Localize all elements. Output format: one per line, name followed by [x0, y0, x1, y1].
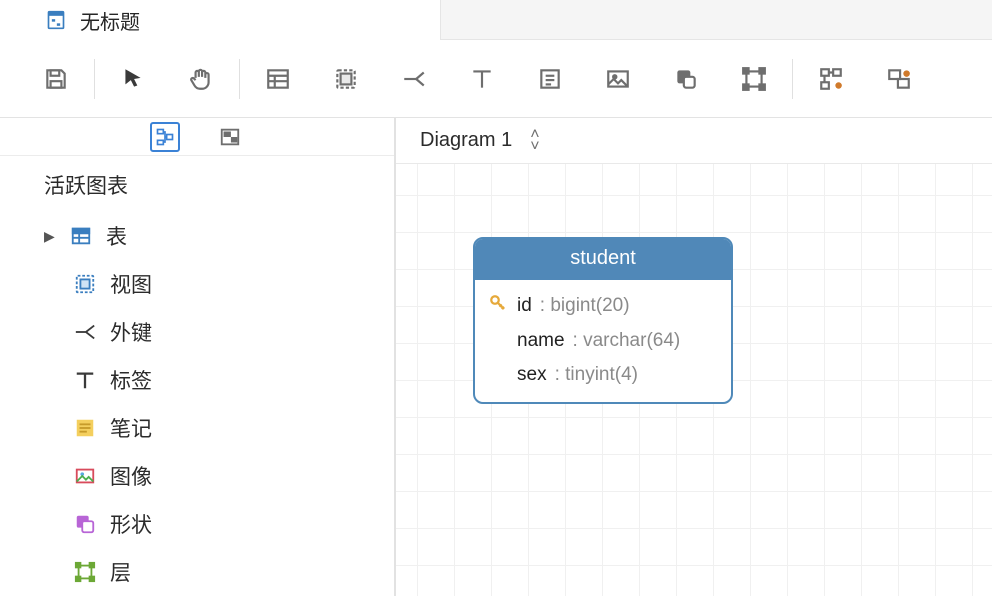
chevron-updown-icon: ˄˅ [530, 129, 539, 151]
entity-columns: id: bigint(20) name: varchar(64) sex: ti… [475, 280, 731, 402]
sidebar-mode-switch [0, 118, 394, 156]
tree-item-label: 层 [110, 557, 131, 587]
column-row[interactable]: sex: tinyint(4) [489, 358, 717, 392]
tab-title: 无标题 [80, 6, 140, 35]
column-row[interactable]: name: varchar(64) [489, 324, 717, 358]
column-name: name [517, 330, 565, 352]
entity-name: student [475, 239, 731, 280]
image-tool[interactable] [584, 49, 652, 109]
toolbar-sep [239, 59, 240, 99]
column-name: sex [517, 364, 547, 386]
toolbar-sep [94, 59, 95, 99]
tab-bar-filler [440, 0, 992, 40]
pointer-tool[interactable] [99, 49, 167, 109]
mode-tree-icon[interactable] [150, 122, 180, 152]
tree-item-note[interactable]: 笔记 [44, 404, 394, 452]
note-tool[interactable] [516, 49, 584, 109]
toolbar-sep [792, 59, 793, 99]
auto-layout-button[interactable] [797, 49, 865, 109]
tab-untitled[interactable]: 无标题 [0, 0, 440, 40]
tree-item-label: 笔记 [110, 413, 152, 443]
save-button[interactable] [22, 49, 90, 109]
note-icon [72, 415, 98, 441]
sidebar: 活跃图表 ▶ 表 视图 外键 [0, 118, 396, 596]
layer-icon [72, 559, 98, 585]
export-button[interactable] [865, 49, 933, 109]
column-row[interactable]: id: bigint(20) [489, 288, 717, 324]
tab-bar: 无标题 [0, 0, 992, 40]
label-icon [72, 367, 98, 393]
tree-item-label: 标签 [110, 365, 152, 395]
tree-item-label[interactable]: 标签 [44, 356, 394, 404]
canvas[interactable]: student id: bigint(20) name: varchar(64) [396, 164, 992, 596]
layer-tool[interactable] [720, 49, 788, 109]
shape-tool[interactable] [652, 49, 720, 109]
tree-item-label: 形状 [110, 509, 152, 539]
table-icon [68, 223, 94, 249]
column-type: varchar(64) [583, 330, 680, 351]
text-tool[interactable] [448, 49, 516, 109]
tree-item-fk[interactable]: 外键 [44, 308, 394, 356]
shape-icon [72, 511, 98, 537]
new-view-tool[interactable] [312, 49, 380, 109]
new-table-tool[interactable] [244, 49, 312, 109]
model-doc-icon [46, 9, 66, 31]
tree-item-view[interactable]: 视图 [44, 260, 394, 308]
canvas-area: Diagram 1 ˄˅ student id: bigint(20) name… [396, 118, 992, 596]
primary-key-icon [489, 294, 509, 318]
tree-item-shape[interactable]: 形状 [44, 500, 394, 548]
tree-item-label: 外键 [110, 317, 152, 347]
tree-item-label: 图像 [110, 461, 152, 491]
hand-tool[interactable] [167, 49, 235, 109]
tree-item-label: 表 [106, 221, 127, 251]
new-relation-tool[interactable] [380, 49, 448, 109]
tree-item-table[interactable]: ▶ 表 [44, 212, 394, 260]
caret-right-icon: ▶ [44, 228, 56, 245]
image-icon [72, 463, 98, 489]
diagram-label: Diagram 1 [420, 129, 512, 152]
tree-item-image[interactable]: 图像 [44, 452, 394, 500]
tree-title: 活跃图表 [44, 170, 394, 200]
diagram-selector[interactable]: Diagram 1 ˄˅ [396, 118, 992, 164]
tree-item-layer[interactable]: 层 [44, 548, 394, 596]
entity-student[interactable]: student id: bigint(20) name: varchar(64) [473, 237, 733, 404]
column-type: tinyint(4) [565, 364, 638, 385]
mode-minimap-icon[interactable] [216, 123, 244, 151]
column-type: bigint(20) [550, 295, 629, 316]
view-icon [72, 271, 98, 297]
fk-icon [72, 319, 98, 345]
tree-item-label: 视图 [110, 269, 152, 299]
column-name: id [517, 295, 532, 317]
toolbar [0, 40, 992, 118]
tree: 活跃图表 ▶ 表 视图 外键 [0, 156, 394, 596]
